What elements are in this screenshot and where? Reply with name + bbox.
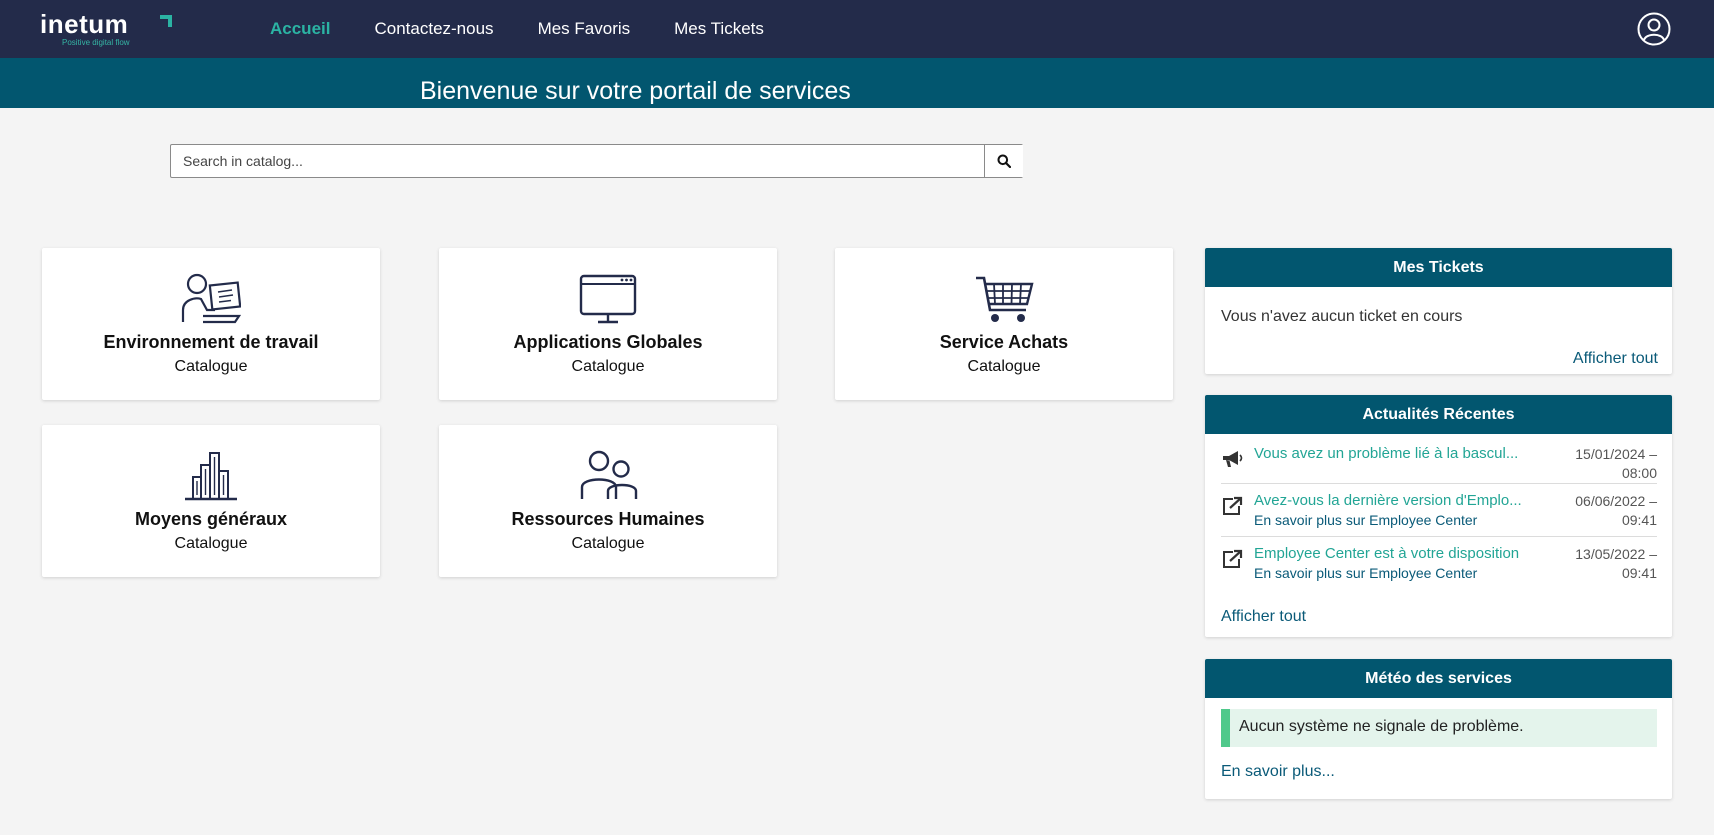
main-nav: Accueil Contactez-nous Mes Favoris Mes T… [270, 0, 808, 58]
catalog-title: Moyens généraux [134, 509, 288, 529]
catalog-title: Service Achats [939, 332, 1069, 352]
catalog-subtitle: Catalogue [174, 358, 248, 375]
inetum-logo[interactable]: inetum Positive digital flow [40, 9, 180, 47]
megaphone-icon [1223, 451, 1243, 467]
news-date-day: 15/01/2024 – [1575, 446, 1657, 462]
nav-accueil[interactable]: Accueil [270, 19, 330, 39]
nav-contactez-nous[interactable]: Contactez-nous [374, 19, 493, 39]
people-icon [580, 450, 638, 499]
service-status-banner: Aucun système ne signale de problème. [1221, 709, 1657, 747]
logo-wordmark: inetum [40, 9, 129, 39]
top-navigation-bar: inetum Positive digital flow Accueil Con… [0, 0, 1714, 58]
tickets-view-all-link[interactable]: Afficher tout [1573, 350, 1658, 368]
catalog-title: Applications Globales [513, 332, 703, 352]
news-date: 15/01/2024 – 08:00 [1557, 445, 1657, 483]
service-weather-more-link[interactable]: En savoir plus... [1221, 763, 1335, 781]
catalog-title: Ressources Humaines [511, 509, 705, 529]
news-date: 13/05/2022 – 09:41 [1557, 545, 1657, 583]
news-widget-title: Actualités Récentes [1205, 395, 1672, 434]
catalog-card-applications[interactable]: Applications Globales Catalogue [439, 248, 777, 400]
catalog-title: Environnement de travail [103, 332, 319, 352]
news-date-time: 09:41 [1621, 565, 1657, 581]
catalog-subtitle: Catalogue [967, 358, 1041, 375]
news-divider [1221, 536, 1657, 537]
page-title: Bienvenue sur votre portail de services [420, 77, 851, 105]
logo-tagline: Positive digital flow [62, 38, 130, 47]
catalog-card-ressources-humaines[interactable]: Ressources Humaines Catalogue [439, 425, 777, 577]
tickets-widget-title: Mes Tickets [1205, 248, 1672, 287]
search-icon [997, 154, 1011, 168]
search-button[interactable] [984, 145, 1023, 177]
news-subtitle-link[interactable]: En savoir plus sur Employee Center [1254, 565, 1477, 581]
news-subtitle-link[interactable]: En savoir plus sur Employee Center [1254, 512, 1477, 528]
service-weather-title: Météo des services [1205, 659, 1672, 698]
tickets-widget: Mes Tickets Vous n'avez aucun ticket en … [1205, 248, 1672, 374]
catalog-subtitle: Catalogue [571, 358, 645, 375]
shopping-cart-icon [976, 276, 1034, 322]
news-view-all-link[interactable]: Afficher tout [1221, 608, 1306, 626]
service-weather-widget: Météo des services Aucun système ne sign… [1205, 659, 1672, 799]
news-date-day: 13/05/2022 – [1575, 546, 1657, 562]
buildings-icon [185, 452, 237, 501]
catalog-subtitle: Catalogue [174, 535, 248, 552]
news-widget: Actualités Récentes Vous avez un problèm… [1205, 395, 1672, 637]
nav-mes-tickets[interactable]: Mes Tickets [674, 19, 764, 39]
catalog-card-environnement[interactable]: Environnement de travail Catalogue [42, 248, 380, 400]
welcome-banner: Bienvenue sur votre portail de services [0, 58, 1714, 108]
news-date-time: 08:00 [1621, 465, 1657, 481]
news-item[interactable]: Employee Center est à votre disposition … [1221, 545, 1657, 589]
news-date-time: 09:41 [1621, 512, 1657, 528]
news-title[interactable]: Employee Center est à votre disposition [1254, 545, 1559, 562]
catalog-card-moyens-generaux[interactable]: Moyens généraux Catalogue [42, 425, 380, 577]
news-item[interactable]: Vous avez un problème lié à la bascul...… [1221, 445, 1657, 485]
news-date-day: 06/06/2022 – [1575, 493, 1657, 509]
no-tickets-message: Vous n'avez aucun ticket en cours [1221, 308, 1463, 325]
external-link-icon [1223, 496, 1243, 515]
catalog-search [170, 144, 1023, 178]
service-status-text: Aucun système ne signale de problème. [1239, 718, 1524, 735]
catalog-subtitle: Catalogue [571, 535, 645, 552]
nav-mes-favoris[interactable]: Mes Favoris [538, 19, 631, 39]
news-title[interactable]: Avez-vous la dernière version d'Emplo... [1254, 492, 1559, 509]
external-link-icon [1223, 549, 1243, 568]
news-divider [1221, 483, 1657, 484]
news-date: 06/06/2022 – 09:41 [1557, 492, 1657, 530]
catalog-card-achats[interactable]: Service Achats Catalogue [835, 248, 1173, 400]
person-computer-icon [181, 273, 241, 324]
user-circle-icon[interactable] [1637, 12, 1671, 46]
logo-mark-icon [160, 15, 172, 27]
news-title[interactable]: Vous avez un problème lié à la bascul... [1254, 445, 1559, 462]
monitor-icon [579, 274, 637, 324]
news-item[interactable]: Avez-vous la dernière version d'Emplo...… [1221, 492, 1657, 536]
search-input[interactable] [171, 145, 984, 177]
